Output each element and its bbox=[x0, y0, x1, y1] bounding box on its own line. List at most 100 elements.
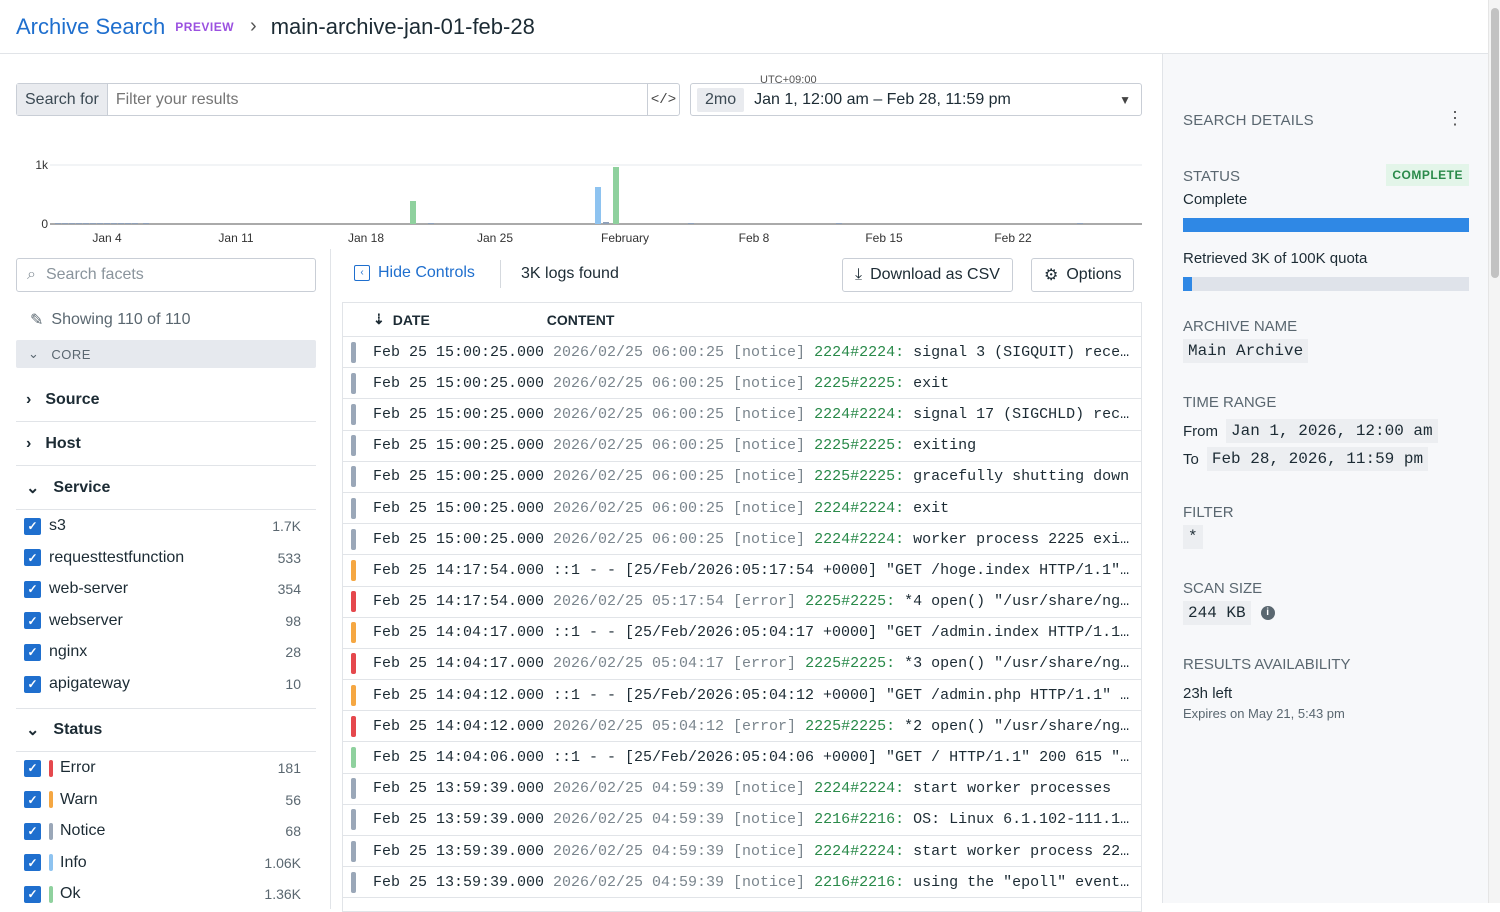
facet-item-web-server[interactable]: ✓ web-server 354 bbox=[24, 574, 301, 604]
sort-desc-icon[interactable]: ⇣ bbox=[373, 311, 385, 328]
code-icon[interactable]: </> bbox=[647, 84, 679, 115]
x-tick-label: Jan 4 bbox=[92, 231, 122, 245]
facet-item-status-notice[interactable]: ✓ Notice 68 bbox=[24, 816, 301, 846]
checkbox[interactable]: ✓ bbox=[24, 675, 41, 693]
row-content: ::1 - - [25/Feb/2026:05:04:06 +0000] "GE… bbox=[553, 749, 1141, 767]
facet-group-label: Host bbox=[45, 434, 81, 452]
table-row[interactable]: Feb 25 14:04:17.000 2026/02/25 05:04:17 [… bbox=[343, 649, 1141, 681]
table-row[interactable]: Feb 25 13:59:39.000 2026/02/25 04:59:39 [… bbox=[343, 805, 1141, 836]
checkbox[interactable]: ✓ bbox=[24, 517, 41, 535]
table-row[interactable]: Feb 25 14:04:06.000::1 - - [25/Feb/2026:… bbox=[343, 742, 1141, 774]
facet-search-input[interactable]: ⌕ Search facets bbox=[16, 258, 316, 292]
search-bar: Search for </> bbox=[16, 83, 680, 116]
x-tick-label: Jan 25 bbox=[477, 231, 513, 245]
facet-group-status[interactable]: ⌄ Status bbox=[16, 708, 316, 752]
caret-down-icon: ▼ bbox=[1119, 92, 1131, 107]
hide-controls-button[interactable]: ‹ Hide Controls bbox=[354, 264, 475, 282]
core-section-header[interactable]: ⌄ CORE bbox=[16, 340, 316, 368]
search-input[interactable] bbox=[107, 84, 647, 115]
table-row[interactable]: Feb 25 14:04:17.000::1 - - [25/Feb/2026:… bbox=[343, 618, 1141, 649]
facet-group-label: Service bbox=[53, 478, 111, 496]
table-row[interactable]: Feb 25 13:59:39.000 2026/02/25 04:59:39 [… bbox=[343, 867, 1141, 899]
app-title[interactable]: Archive Search bbox=[16, 14, 165, 40]
quota-progress-bar bbox=[1183, 277, 1469, 291]
table-row[interactable]: Feb 25 15:00:25.000 2026/02/25 06:00:25 [… bbox=[343, 462, 1141, 493]
table-row[interactable]: Feb 25 14:04:12.000::1 - - [25/Feb/2026:… bbox=[343, 680, 1141, 712]
histogram-bar bbox=[688, 223, 694, 224]
table-row[interactable]: Feb 25 14:17:54.000 2026/02/25 05:17:54 [… bbox=[343, 587, 1141, 618]
status-value: Complete bbox=[1183, 191, 1248, 208]
level-indicator bbox=[351, 435, 356, 457]
table-row[interactable]: Feb 25 15:00:25.000 2026/02/25 06:00:25 [… bbox=[343, 524, 1141, 556]
time-range-selector[interactable]: 2mo Jan 1, 12:00 am – Feb 28, 11:59 pm ▼ bbox=[690, 83, 1142, 116]
row-date: Feb 25 14:17:54.000 bbox=[373, 561, 545, 579]
facet-group-host[interactable]: › Host bbox=[16, 422, 316, 466]
table-row[interactable]: Feb 25 13:59:39.000 2026/02/25 04:59:39 [… bbox=[343, 836, 1141, 868]
facet-group-source[interactable]: › Source bbox=[16, 378, 316, 422]
more-options-icon[interactable]: ⋮ bbox=[1446, 108, 1464, 129]
facet-item-apigateway[interactable]: ✓ apigateway 10 bbox=[24, 669, 301, 699]
histogram-chart[interactable]: 1k 0 Jan 4 Jan 11 Jan 18 Jan 25 February Feb … bbox=[0, 149, 1162, 249]
status-section: STATUS COMPLETE Complete Retrieved 3K of… bbox=[1183, 164, 1469, 291]
table-row[interactable]: Feb 25 15:00:25.000 2026/02/25 06:00:25 [… bbox=[343, 431, 1141, 462]
histogram-bar bbox=[410, 201, 416, 224]
level-indicator bbox=[351, 497, 356, 519]
row-date: Feb 25 14:04:12.000 bbox=[373, 686, 545, 704]
row-date: Feb 25 14:04:17.000 bbox=[373, 655, 545, 673]
from-label: From bbox=[1183, 422, 1218, 440]
table-row[interactable]: Feb 25 15:00:25.000 2026/02/25 06:00:25 [… bbox=[343, 337, 1141, 369]
info-icon[interactable]: i bbox=[1260, 606, 1275, 620]
checkbox[interactable]: ✓ bbox=[24, 822, 41, 840]
facet-item-status-error[interactable]: ✓ Error 181 bbox=[24, 753, 301, 783]
histogram-bar bbox=[76, 223, 82, 224]
checkbox[interactable]: ✓ bbox=[24, 549, 41, 567]
facet-item-s3[interactable]: ✓ s3 1.7K bbox=[24, 511, 301, 541]
facet-item-webserver[interactable]: ✓ webserver 98 bbox=[24, 606, 301, 636]
download-csv-button[interactable]: ⤓ Download as CSV bbox=[842, 258, 1013, 292]
page-scrollbar[interactable] bbox=[1488, 0, 1500, 903]
facet-item-label: requesttestfunction bbox=[49, 548, 185, 566]
table-row[interactable]: Feb 25 15:00:25.000 2026/02/25 06:00:25 [… bbox=[343, 399, 1141, 431]
level-indicator bbox=[351, 622, 356, 644]
checkbox[interactable]: ✓ bbox=[24, 759, 41, 777]
scrollbar-thumb[interactable] bbox=[1491, 8, 1499, 278]
checkbox[interactable]: ✓ bbox=[24, 643, 41, 661]
archive-title: main-archive-jan-01-feb-28 bbox=[270, 13, 535, 39]
date-column-header[interactable]: DATE bbox=[393, 312, 547, 328]
table-row[interactable]: Feb 25 14:04:12.000 2026/02/25 05:04:12 [… bbox=[343, 711, 1141, 743]
options-button[interactable]: ⚙ Options bbox=[1031, 258, 1135, 292]
level-indicator bbox=[351, 809, 356, 831]
table-row[interactable]: Feb 25 15:00:25.000 2026/02/25 06:00:25 [… bbox=[343, 493, 1141, 525]
facet-item-nginx[interactable]: ✓ nginx 28 bbox=[24, 637, 301, 667]
panel-divider[interactable] bbox=[330, 249, 331, 909]
table-row[interactable]: Feb 25 15:00:25.000 2026/02/25 06:00:25 [… bbox=[343, 368, 1141, 400]
table-row[interactable]: Feb 25 14:17:54.000::1 - - [25/Feb/2026:… bbox=[343, 555, 1141, 587]
checkbox[interactable]: ✓ bbox=[24, 885, 41, 903]
log-table: ⇣ DATE CONTENT Feb 25 15:00:25.000 2026/0… bbox=[342, 302, 1142, 912]
histogram-bar bbox=[62, 223, 68, 224]
facet-item-status-info[interactable]: ✓ Info 1.06K bbox=[24, 848, 301, 878]
status-color-bar bbox=[49, 854, 53, 872]
checkbox[interactable]: ✓ bbox=[24, 612, 41, 630]
availability-label: RESULTS AVAILABILITY bbox=[1183, 656, 1351, 673]
row-date: Feb 25 15:00:25.000 bbox=[373, 499, 545, 517]
checkbox[interactable]: ✓ bbox=[24, 791, 41, 809]
checkbox[interactable]: ✓ bbox=[24, 854, 41, 872]
options-label: Options bbox=[1066, 266, 1122, 283]
search-details-panel: SEARCH DETAILS ⋮ STATUS COMPLETE Complet… bbox=[1162, 54, 1488, 903]
scan-size-value: 244 KB bbox=[1183, 601, 1251, 625]
facet-group-service[interactable]: ⌄ Service bbox=[16, 466, 316, 510]
status-badge: COMPLETE bbox=[1386, 164, 1469, 186]
facet-item-label: webserver bbox=[49, 611, 123, 629]
facets-showing[interactable]: ✎ Showing 110 of 110 bbox=[30, 310, 190, 330]
showing-text: Showing 110 of 110 bbox=[51, 311, 191, 328]
level-indicator bbox=[351, 840, 356, 862]
facet-item-requesttestfunction[interactable]: ✓ requesttestfunction 533 bbox=[24, 543, 301, 573]
status-color-bar bbox=[49, 885, 53, 903]
level-indicator bbox=[351, 528, 356, 550]
checkbox[interactable]: ✓ bbox=[24, 580, 41, 598]
facet-item-status-ok[interactable]: ✓ Ok 1.36K bbox=[24, 879, 301, 909]
facet-item-status-warn[interactable]: ✓ Warn 56 bbox=[24, 785, 301, 815]
filter-section: FILTER * bbox=[1183, 504, 1469, 549]
table-row[interactable]: Feb 25 13:59:39.000 2026/02/25 04:59:39 [… bbox=[343, 774, 1141, 805]
